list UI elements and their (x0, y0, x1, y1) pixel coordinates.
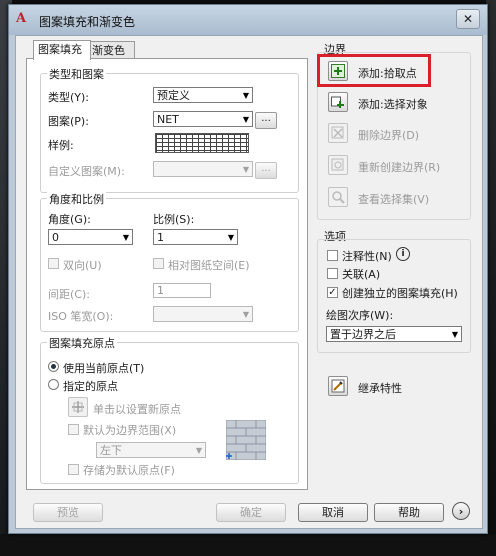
inherit-properties-label[interactable]: 继承特性 (358, 380, 402, 396)
double-label: 双向(U) (63, 259, 102, 272)
chevron-down-icon: ▼ (242, 165, 249, 174)
draw-order-label: 绘图次序(W): (326, 309, 394, 322)
set-origin-button[interactable] (68, 397, 88, 417)
view-selections-button[interactable] (328, 187, 348, 207)
chevron-down-icon: ▼ (227, 233, 234, 242)
remove-boundary-icon (331, 126, 344, 139)
close-button[interactable]: ✕ (456, 9, 480, 29)
tab-hatch[interactable]: 图案填充 (33, 40, 91, 60)
recreate-boundary-button[interactable] (328, 155, 348, 175)
separate-hatches-label: 创建独立的图案填充(H) (342, 287, 458, 300)
iso-pen-width-label: ISO 笔宽(O): (48, 310, 114, 323)
ok-button[interactable]: 确定 (216, 503, 286, 522)
scale-label: 比例(S): (153, 213, 195, 226)
type-label: 类型(Y): (48, 91, 90, 104)
checkmark-icon: ✓ (328, 287, 337, 298)
pattern-label: 图案(P): (48, 115, 89, 128)
brush-icon (331, 379, 345, 393)
add-select-icon (331, 96, 344, 108)
chevron-down-icon: ▼ (451, 330, 458, 339)
remove-boundaries-button[interactable] (328, 123, 348, 143)
crosshair-icon (72, 401, 84, 413)
add-select-objects-button[interactable] (328, 92, 348, 112)
specified-origin-label: 指定的原点 (63, 380, 118, 393)
angle-label: 角度(G): (48, 213, 91, 226)
recreate-boundary-icon (331, 158, 344, 171)
click-set-origin-label: 单击以设置新原点 (93, 403, 181, 416)
annotative-checkbox[interactable] (327, 250, 338, 261)
double-checkbox[interactable] (48, 258, 59, 269)
spacing-label: 间距(C): (48, 288, 90, 301)
default-boundary-label: 默认为边界范围(X) (83, 424, 177, 437)
store-default-origin-label: 存储为默认原点(F) (83, 464, 175, 477)
sample-label: 样例: (48, 139, 74, 152)
title-bar[interactable]: A 图案填充和渐变色 ✕ (9, 5, 487, 35)
scale-value: 1 (157, 231, 164, 244)
draw-order-select[interactable]: 置于边界之后 ▼ (326, 326, 462, 342)
more-options-button[interactable]: › (452, 502, 470, 520)
hatch-origin-title: 图案填充原点 (47, 335, 117, 351)
autocad-app-icon: A (16, 11, 27, 26)
pattern-value: NET (157, 113, 179, 126)
origin-preview-icon (226, 420, 266, 460)
chevron-right-icon: › (458, 505, 464, 518)
separate-hatches-checkbox[interactable]: ✓ (327, 287, 338, 298)
add-pick-highlight-box (317, 54, 431, 87)
custom-pattern-select[interactable]: ▼ (153, 161, 253, 177)
custom-pattern-label: 自定义图案(M): (48, 165, 125, 178)
chevron-down-icon: ▼ (195, 446, 202, 455)
angle-value: 0 (52, 231, 59, 244)
window-title: 图案填充和渐变色 (39, 15, 136, 29)
type-select[interactable]: 预定义 ▼ (153, 87, 253, 103)
relative-paper-space-checkbox[interactable] (153, 258, 164, 269)
spacing-input[interactable]: 1 (153, 283, 211, 298)
pattern-browse-button[interactable]: ... (255, 112, 277, 129)
pattern-select[interactable]: NET ▼ (153, 111, 253, 127)
cancel-button[interactable]: 取消 (298, 503, 368, 522)
background-bottom-strip (0, 534, 496, 556)
tab-strip: 图案填充 渐变色 (33, 40, 153, 60)
pattern-sample-swatch[interactable] (155, 133, 249, 153)
add-select-objects-label[interactable]: 添加:选择对象 (358, 96, 428, 112)
scale-select[interactable]: 1 ▼ (153, 229, 238, 245)
info-icon[interactable]: i (396, 247, 410, 261)
origin-position-select[interactable]: 左下 ▼ (96, 442, 206, 458)
close-icon: ✕ (462, 12, 474, 26)
view-selections-label: 查看选择集(V) (358, 193, 430, 206)
associative-checkbox[interactable] (327, 268, 338, 279)
remove-boundaries-label: 删除边界(D) (358, 129, 420, 142)
type-pattern-title: 类型和图案 (47, 66, 106, 82)
associative-label: 关联(A) (342, 268, 381, 281)
origin-position-value: 左下 (100, 444, 122, 457)
use-current-origin-radio[interactable] (48, 361, 59, 372)
inherit-properties-button[interactable] (328, 376, 348, 396)
preview-button[interactable]: 预览 (33, 503, 103, 522)
use-current-origin-label: 使用当前原点(T) (63, 362, 145, 375)
help-button[interactable]: 帮助 (374, 503, 444, 522)
recreate-boundary-label: 重新创建边界(R) (358, 161, 441, 174)
chevron-down-icon: ▼ (242, 91, 249, 100)
angle-select[interactable]: 0 ▼ (48, 229, 133, 245)
draw-order-value: 置于边界之后 (330, 328, 396, 341)
magnifier-icon (332, 191, 345, 204)
store-default-origin-checkbox[interactable] (68, 464, 79, 475)
custom-pattern-browse-button[interactable]: ... (255, 162, 277, 179)
chevron-down-icon: ▼ (242, 115, 249, 124)
annotative-label: 注释性(N) (342, 250, 392, 263)
specified-origin-radio[interactable] (48, 379, 59, 390)
relative-paper-space-label: 相对图纸空间(E) (168, 259, 250, 272)
angle-scale-title: 角度和比例 (47, 191, 106, 207)
default-boundary-checkbox[interactable] (68, 424, 79, 435)
iso-pen-width-select[interactable]: ▼ (153, 306, 253, 322)
chevron-down-icon: ▼ (122, 233, 129, 242)
chevron-down-icon: ▼ (242, 310, 249, 319)
type-value: 预定义 (157, 89, 190, 102)
